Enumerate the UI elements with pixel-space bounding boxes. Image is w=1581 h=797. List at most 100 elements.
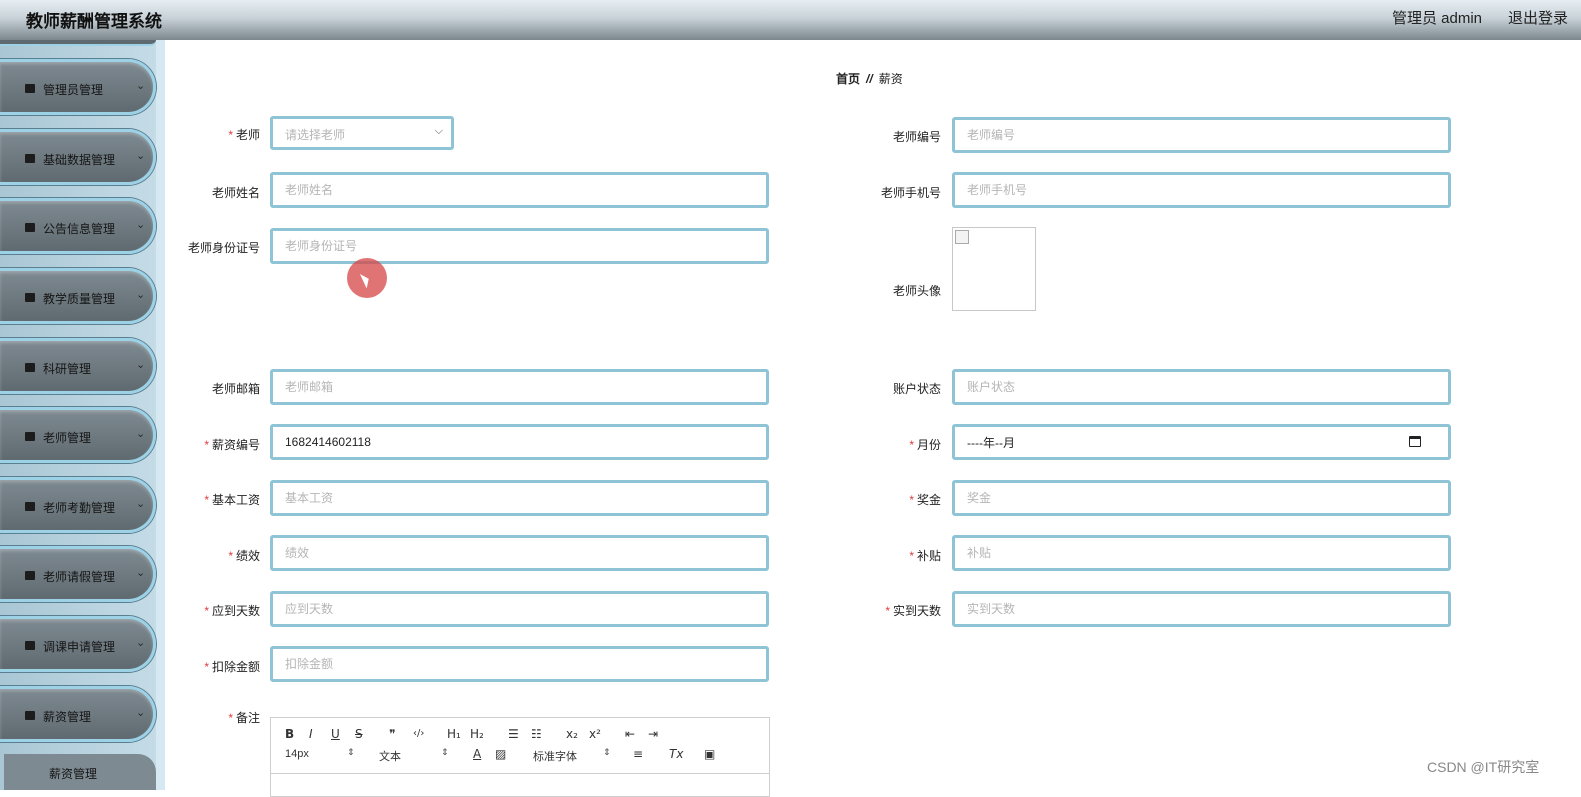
teacher-select[interactable]: 请选择老师 ⌵	[270, 116, 454, 150]
select-arrows-icon: ⇕	[347, 747, 355, 757]
teacher-name-input[interactable]	[270, 172, 769, 208]
sidebar-item-label: 老师请假管理	[43, 570, 116, 584]
paragraph-select[interactable]: 文本 ⇕	[379, 747, 449, 764]
sidebar-item-attendance[interactable]: 老师考勤管理 ⌄	[0, 477, 156, 533]
chevron-down-icon: ⌄	[136, 567, 146, 579]
sidebar-item-admin[interactable]: 管理员管理 ⌄	[0, 59, 156, 115]
calendar-icon[interactable]	[1409, 436, 1421, 447]
base-salary-input[interactable]	[270, 480, 769, 516]
sidebar-item-label: 公告信息管理	[43, 222, 116, 236]
clipboard-icon	[25, 363, 35, 372]
teacher-no-label: 老师编号	[892, 130, 941, 144]
teacher-email-input[interactable]	[270, 369, 769, 405]
chevron-down-icon: ⌄	[136, 150, 146, 162]
bullet-list-icon[interactable]: ☷	[531, 727, 542, 741]
allowance-input[interactable]	[952, 535, 1451, 571]
ordered-list-icon[interactable]: ☰	[508, 727, 519, 741]
monitor-icon	[25, 641, 35, 650]
allowance-label: * 补贴	[909, 549, 941, 563]
admin-username: 管理员 admin	[1392, 10, 1483, 27]
actual-days-label: * 实到天数	[885, 604, 941, 618]
teacher-no-input[interactable]	[952, 117, 1451, 153]
image-icon[interactable]: ▣	[704, 747, 715, 761]
performance-input[interactable]	[270, 535, 769, 571]
select-arrows-icon: ⇕	[441, 747, 449, 757]
salary-no-label: * 薪资编号	[204, 438, 260, 452]
sidebar-item-label: 调课申请管理	[43, 640, 116, 654]
teacher-id-card-label: 老师身份证号	[187, 241, 260, 255]
editor-toolbar: B I U S ❞ ‹/› H₁ H₂ ☰ ☷ x₂ x² ⇤ ⇥ 14px ⇕ …	[271, 718, 769, 774]
submenu-item-label: 薪资管理	[49, 767, 98, 781]
teacher-avatar-image	[952, 227, 1036, 311]
sidebar-item-partial	[0, 40, 156, 46]
teacher-email-label: 老师邮箱	[211, 382, 260, 396]
chevron-down-icon: ⌄	[136, 428, 146, 440]
sidebar-item-label: 薪资管理	[43, 710, 92, 724]
indent-icon[interactable]: ⇥	[648, 727, 658, 741]
bonus-input[interactable]	[952, 480, 1451, 516]
grid-icon	[25, 223, 35, 232]
heading-1-button[interactable]: H₁	[447, 727, 461, 741]
italic-button[interactable]: I	[309, 727, 313, 741]
chevron-down-icon: ⌵	[434, 125, 443, 137]
sidebar-item-salary[interactable]: 薪资管理 ⌄	[0, 686, 156, 742]
submenu-item-salary[interactable]: 薪资管理	[4, 754, 156, 790]
font-size-select[interactable]: 14px ⇕	[285, 747, 355, 760]
teacher-name-label: 老师姓名	[211, 186, 260, 200]
chevron-down-icon: ⌄	[136, 707, 146, 719]
app-title: 教师薪酬管理系统	[26, 12, 162, 31]
strike-button[interactable]: S	[355, 727, 363, 741]
chevron-down-icon: ⌄	[136, 498, 146, 510]
subscript-button[interactable]: x₂	[566, 727, 578, 741]
underline-button[interactable]: U	[331, 727, 340, 741]
user-icon	[25, 432, 35, 441]
sidebar-item-basic-data[interactable]: 基础数据管理 ⌄	[0, 129, 156, 185]
sliders-icon	[25, 711, 35, 720]
sidebar-item-teacher[interactable]: 老师管理 ⌄	[0, 407, 156, 463]
bold-button[interactable]: B	[285, 727, 294, 741]
heading-2-button[interactable]: H₂	[470, 727, 484, 741]
sidebar-item-course-change[interactable]: 调课申请管理 ⌄	[0, 616, 156, 672]
actual-days-input[interactable]	[952, 591, 1451, 627]
briefcase-icon	[25, 84, 35, 93]
logout-link[interactable]: 退出登录	[1508, 7, 1568, 28]
grid-icon	[25, 293, 35, 302]
sidebar-item-teaching-quality[interactable]: 教学质量管理 ⌄	[0, 268, 156, 324]
code-icon[interactable]: ‹/›	[413, 728, 424, 739]
sidebar-item-label: 老师管理	[43, 431, 92, 445]
quote-icon[interactable]: ❞	[389, 727, 395, 741]
performance-label: * 绩效	[228, 549, 260, 563]
month-input[interactable]	[952, 424, 1451, 460]
bonus-label: * 奖金	[909, 493, 941, 507]
teacher-phone-input[interactable]	[952, 172, 1451, 208]
font-family-select[interactable]: 标准字体 ⇕	[533, 747, 613, 764]
superscript-button[interactable]: x²	[589, 727, 601, 741]
sidebar-item-label: 教学质量管理	[43, 292, 116, 306]
sidebar-item-notice[interactable]: 公告信息管理 ⌄	[0, 198, 156, 254]
teacher-label: * 老师	[228, 128, 260, 142]
teacher-id-card-input[interactable]	[270, 228, 769, 264]
outdent-icon[interactable]: ⇤	[625, 727, 635, 741]
sidebar-item-research[interactable]: 科研管理 ⌄	[0, 338, 156, 394]
teacher-select-placeholder: 请选择老师	[285, 128, 346, 142]
clear-format-icon[interactable]: Tx	[669, 747, 683, 761]
align-icon[interactable]: ≡	[633, 747, 643, 761]
chevron-down-icon: ⌄	[136, 637, 146, 649]
document-icon	[25, 154, 35, 163]
breadcrumb: 首页 // 薪资	[836, 70, 903, 87]
sidebar-item-label: 科研管理	[43, 362, 92, 376]
breadcrumb-home[interactable]: 首页	[836, 72, 860, 86]
select-arrows-icon: ⇕	[603, 747, 611, 757]
deduction-input[interactable]	[270, 646, 769, 682]
breadcrumb-current: 薪资	[878, 72, 903, 86]
remark-label: * 备注	[228, 711, 260, 725]
account-status-input[interactable]	[952, 369, 1451, 405]
sidebar-item-leave[interactable]: 老师请假管理 ⌄	[0, 546, 156, 602]
font-color-icon[interactable]: A	[473, 747, 481, 761]
salary-no-input[interactable]	[270, 424, 769, 460]
remark-rich-text-editor[interactable]: B I U S ❞ ‹/› H₁ H₂ ☰ ☷ x₂ x² ⇤ ⇥ 14px ⇕ …	[270, 717, 770, 797]
due-days-input[interactable]	[270, 591, 769, 627]
background-color-icon[interactable]: ▨	[495, 747, 506, 761]
top-header-bar: 教师薪酬管理系统 管理员 admin 退出登录	[0, 0, 1581, 40]
base-salary-label: * 基本工资	[204, 493, 260, 507]
